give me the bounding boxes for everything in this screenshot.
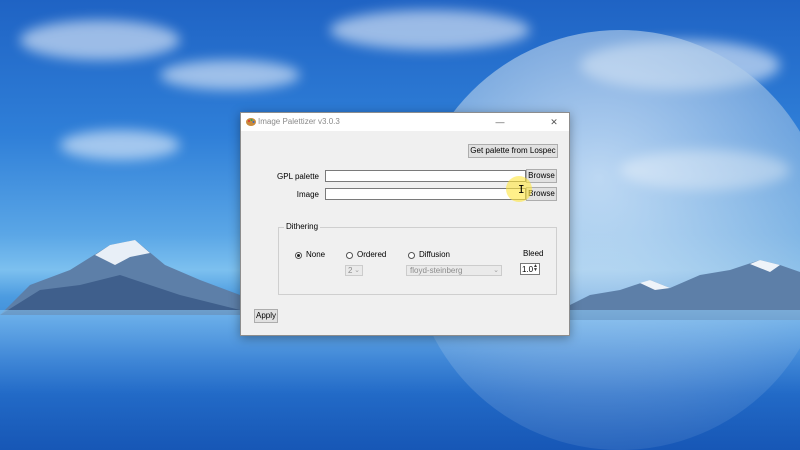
chevron-down-icon: ⌄ bbox=[354, 267, 360, 274]
chevron-down-icon: ⌄ bbox=[493, 267, 499, 274]
diffusion-method-value: floyd-steinberg bbox=[410, 266, 463, 275]
close-button[interactable]: ✕ bbox=[541, 115, 567, 129]
palette-icon bbox=[246, 118, 256, 126]
gpl-browse-button[interactable]: Browse bbox=[526, 169, 557, 183]
window-title: Image Palettizer v3.0.3 bbox=[258, 117, 340, 126]
dithering-group-title: Dithering bbox=[284, 222, 321, 231]
dither-none-label: None bbox=[306, 250, 326, 259]
bleed-value: 1.0 bbox=[522, 265, 534, 274]
dither-ordered-radio[interactable] bbox=[346, 252, 353, 259]
text-cursor-icon: I bbox=[518, 183, 525, 196]
cloud bbox=[330, 10, 530, 50]
spin-arrows-icon[interactable]: ▲ ▼ bbox=[533, 264, 538, 273]
ordered-size-value: 2 bbox=[348, 266, 353, 275]
dither-ordered-label: Ordered bbox=[357, 250, 387, 259]
title-bar[interactable]: Image Palettizer v3.0.3 — ✕ bbox=[241, 113, 569, 131]
bleed-label: Bleed bbox=[523, 249, 544, 258]
image-label: Image bbox=[296, 190, 319, 199]
dithering-group bbox=[278, 227, 557, 295]
gpl-palette-field[interactable] bbox=[325, 170, 526, 182]
dither-none-radio[interactable] bbox=[295, 252, 302, 259]
dither-diffusion-label: Diffusion bbox=[419, 250, 450, 259]
diffusion-method-select[interactable]: floyd-steinberg ⌄ bbox=[406, 265, 502, 276]
minimize-button[interactable]: — bbox=[487, 115, 513, 129]
mountain-left bbox=[0, 240, 260, 315]
bleed-spinbox[interactable]: 1.0 ▲ ▼ bbox=[520, 263, 540, 275]
app-window: Image Palettizer v3.0.3 — ✕ Get palette … bbox=[240, 112, 570, 336]
cloud bbox=[60, 130, 180, 160]
ordered-size-select[interactable]: 2 ⌄ bbox=[345, 265, 363, 276]
cloud bbox=[160, 60, 300, 90]
image-field[interactable] bbox=[325, 188, 526, 200]
dither-diffusion-radio[interactable] bbox=[408, 252, 415, 259]
gpl-palette-label: GPL palette bbox=[277, 172, 319, 181]
apply-button[interactable]: Apply bbox=[254, 309, 278, 323]
get-palette-from-lospec-button[interactable]: Get palette from Lospec bbox=[468, 144, 558, 158]
cloud bbox=[20, 20, 180, 60]
